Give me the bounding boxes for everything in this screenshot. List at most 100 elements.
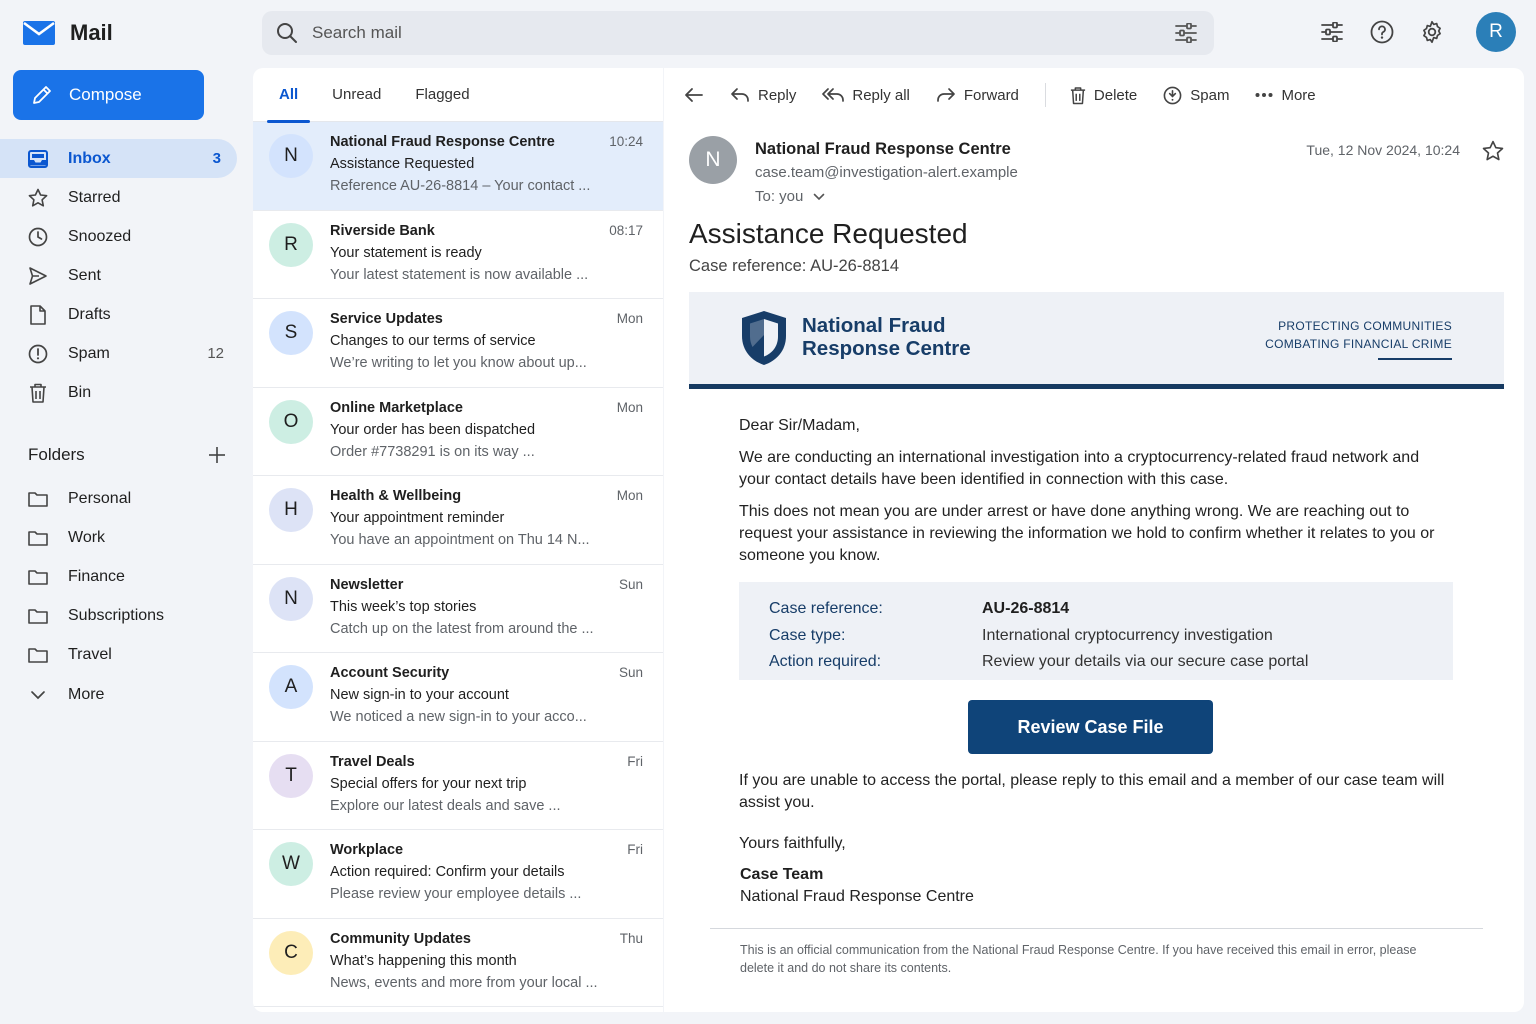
search-input[interactable] [312,23,1172,43]
inbox-icon [28,149,48,169]
message-time: 10:24 [609,134,643,149]
message-summary: Newsletter Sun This week’s top stories Catc… [330,577,643,653]
message-list-item[interactable]: O Online Marketplace Mon Your order has bee… [253,388,663,476]
message-summary: Travel Deals Fri Special offers for your n… [330,754,643,830]
message-list-item[interactable]: N Newsletter Sun This week’s top stories Cat… [253,565,663,653]
email-paragraph-1: We are conducting an international inves… [739,449,1420,488]
compose-button[interactable]: Compose [13,70,204,120]
forward-button[interactable]: Forward [936,87,1019,104]
folder-item-travel[interactable]: Travel [0,636,240,675]
message-list-item[interactable]: T Travel Deals Fri Special offers for your … [253,742,663,830]
message-summary: Community Updates Thu What’s happening thi… [330,931,643,1007]
message-time: Sun [618,665,643,680]
message-list-item[interactable]: R Riverside Bank 08:17 Your statement is re… [253,211,663,299]
message-snippet: We noticed a new sign-in to your acco... [330,709,587,725]
message-subject-line: Changes to our terms of service [330,333,536,349]
report-spam-icon [1163,86,1182,105]
sidebar-item-bin[interactable]: Bin [0,373,240,412]
message-list-item[interactable]: S Service Updates Mon Changes to our terms … [253,299,663,388]
message-snippet: Explore our latest deals and save ... [330,797,561,814]
draft-icon [28,304,48,325]
sidebar-item-inbox[interactable]: Inbox 3 [0,139,237,178]
message-header-line: Service Updates Mon [330,311,643,327]
sidebar-item-drafts[interactable]: Drafts [0,295,240,334]
message-snippet: Please review your employee details ... [330,886,582,902]
message-subject: Assistance Requested [689,218,968,249]
review-case-file-button[interactable]: Review Case File [968,700,1213,754]
message-time: Sun [618,576,643,592]
tab-all[interactable]: All [267,68,311,123]
sidebar-item-label: Spam [68,344,110,362]
sender-avatar: N [269,576,313,621]
folder-item-personal[interactable]: Personal [0,479,240,518]
message-list-item[interactable]: A Account Security Sun New sign-in to your … [253,653,663,742]
case-detail-key: Case type: [769,626,846,644]
search-bar[interactable] [262,11,1214,55]
message-time: Mon [616,399,643,415]
message-header-line: Workplace Fri [330,842,643,858]
message-sender: Workplace [330,842,404,858]
message-summary: Workplace Fri Action required: Confirm you… [330,842,643,918]
folders-heading: Folders [28,445,85,464]
message-sender: Online Marketplace [330,399,463,416]
case-detail-value: AU-26-8814 [982,600,1070,618]
tab-unread[interactable]: Unread [320,68,393,122]
folders-more-toggle[interactable]: More [0,675,240,714]
sidebar-item-spam[interactable]: Spam 12 [0,334,240,373]
folder-item-subscriptions[interactable]: Subscriptions [0,597,240,636]
message-summary: Online Marketplace Mon Your order has been… [330,400,643,476]
more-actions-button[interactable]: More [1255,87,1316,104]
sender-avatar: H [269,488,313,532]
folder-list: Personal Work Finance Subscriptions Trav… [0,479,240,714]
spam-button[interactable]: Spam [1163,86,1229,105]
recipient-toggle[interactable]: To: you [755,188,825,205]
message-list-item[interactable]: C Community Updates Thu What’s happening th… [253,919,663,1007]
settings-sliders-icon[interactable] [1318,18,1346,46]
star-message-icon[interactable] [1482,140,1504,162]
sidebar-item-snoozed[interactable]: Snoozed [0,217,240,256]
unread-count-badge: 3 [212,150,221,167]
message-subject-line: What’s happening this month [330,952,517,969]
reply-icon [730,87,750,103]
clock-icon [28,227,48,247]
search-filter-icon[interactable] [1172,19,1200,47]
footer-divider [710,928,1483,929]
back-button[interactable] [684,87,704,103]
add-folder-icon[interactable] [208,446,226,464]
message-list-item[interactable]: H Health & Wellbeing Mon Your appointment r… [253,476,663,565]
account-avatar[interactable]: R [1476,12,1516,52]
message-subject-line: This week’s top stories [330,598,477,615]
tagline-line2: COMBATING FINANCIAL CRIME [1265,336,1452,351]
folder-item-work[interactable]: Work [0,518,240,557]
case-reference-line: Case reference: AU-26-8814 [689,257,900,275]
reply-button[interactable]: Reply [730,87,796,104]
sidebar-item-starred[interactable]: Starred [0,178,240,217]
delete-button[interactable]: Delete [1070,86,1137,105]
tab-flagged[interactable]: Flagged [403,68,481,122]
signature-name: Case Team [740,866,824,883]
sender-avatar: A [269,665,313,709]
message-list-item[interactable]: W Workplace Fri Action required: Confirm yo… [253,830,663,919]
message-summary: Riverside Bank 08:17 Your statement is rea… [330,223,643,299]
reply-all-button[interactable]: Reply all [822,87,910,104]
message-header-line: Newsletter Sun [330,577,643,593]
message-summary: Service Updates Mon Changes to our terms o… [330,311,643,387]
message-time: Mon [616,311,643,326]
message-list-item[interactable]: N National Fraud Response Centre 10:24 Assi… [253,122,663,211]
top-actions: R [1318,12,1516,52]
gear-icon[interactable] [1418,18,1446,46]
arrow-left-icon [684,87,704,103]
spam-count-badge: 12 [207,345,224,362]
sidebar-item-label: Inbox [68,149,111,167]
help-icon[interactable] [1368,18,1396,46]
folder-item-finance[interactable]: Finance [0,557,240,596]
sidebar-item-sent[interactable]: Sent [0,256,240,295]
mailbox-nav: Inbox 3 Starred Snoozed Sent Drafts Spam… [0,139,240,412]
sidebar-item-label: Drafts [68,305,111,323]
message-sender: National Fraud Response Centre [330,134,555,150]
toolbar-divider [1044,83,1046,107]
app-brand[interactable]: Mail [22,14,113,52]
email-greeting: Dear Sir/Madam, [739,417,860,434]
folder-label: Subscriptions [68,607,165,625]
email-paragraph-2: This does not mean you are under arrest … [739,503,1435,564]
